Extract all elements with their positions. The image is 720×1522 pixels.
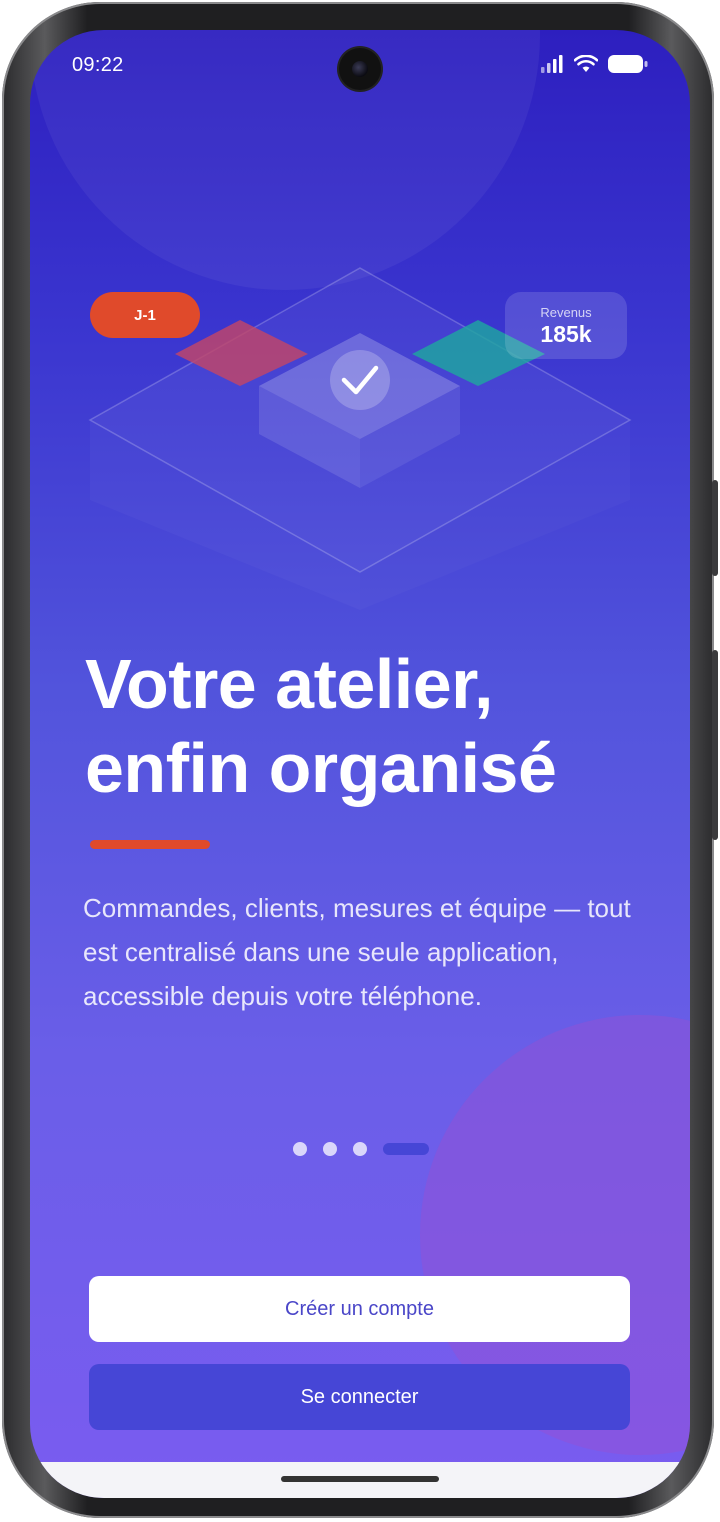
- onboarding-headline: Votre atelier, enfin organisé: [85, 642, 665, 810]
- revenue-value: 185k: [540, 320, 592, 347]
- page-dot-active[interactable]: [383, 1143, 429, 1155]
- wifi-icon: [574, 55, 598, 72]
- screen: 09:22 J-1 Revenus 185k Votre atelier, en…: [30, 30, 690, 1498]
- check-icon: [330, 350, 390, 410]
- phone-frame: 09:22 J-1 Revenus 185k Votre atelier, en…: [2, 2, 718, 1518]
- battery-icon: [608, 55, 648, 73]
- status-time: 09:22: [72, 54, 124, 76]
- home-indicator[interactable]: [281, 1476, 439, 1482]
- signal-icon: [541, 55, 563, 73]
- page-dot-2[interactable]: [323, 1142, 337, 1156]
- revenue-label: Revenus: [540, 304, 592, 320]
- deadline-badge: J-1: [90, 292, 200, 338]
- page-dot-1[interactable]: [293, 1142, 307, 1156]
- revenue-card: Revenus 185k: [505, 292, 627, 359]
- volume-button: [712, 480, 718, 576]
- front-camera: [339, 48, 381, 90]
- status-icons: [540, 54, 648, 74]
- headline-line-2: enfin organisé: [85, 729, 557, 807]
- login-button[interactable]: Se connecter: [89, 1364, 630, 1430]
- create-account-button[interactable]: Créer un compte: [89, 1276, 630, 1342]
- accent-divider: [90, 840, 210, 849]
- power-button: [712, 650, 718, 840]
- onboarding-description: Commandes, clients, mesures et équipe — …: [83, 893, 631, 1011]
- system-navigation-bar: [30, 1462, 690, 1498]
- page-dot-3[interactable]: [353, 1142, 367, 1156]
- headline-line-1: Votre atelier,: [85, 645, 494, 723]
- page-indicator: [293, 1142, 429, 1156]
